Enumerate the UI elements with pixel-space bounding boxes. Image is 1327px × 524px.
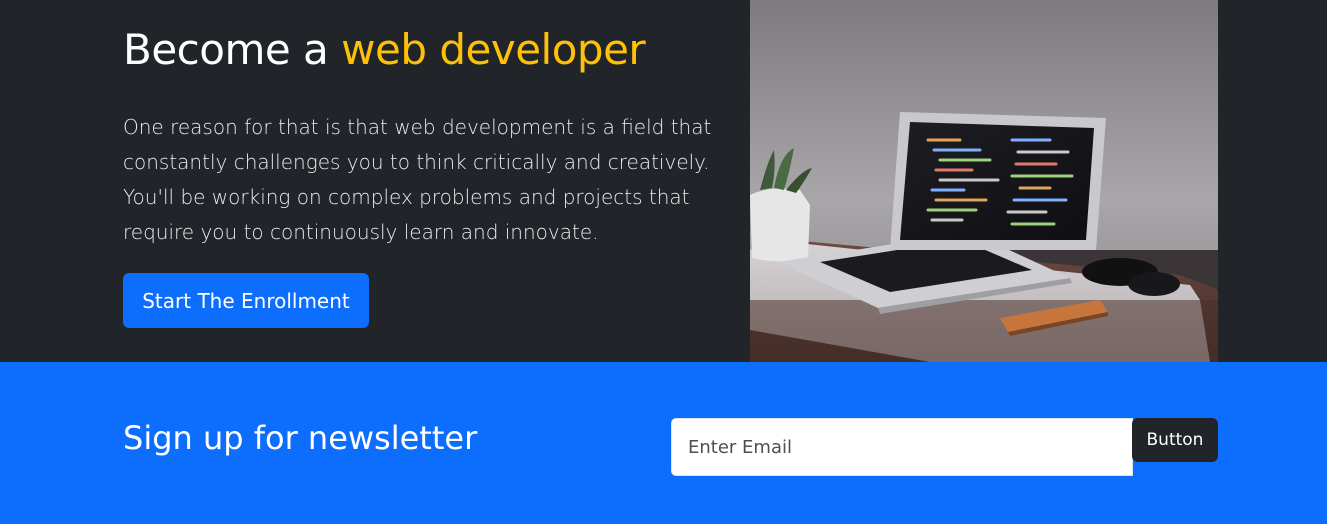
hero-lead-text: One reason for that is that web developm… bbox=[123, 115, 712, 244]
hero-title-prefix: Become a bbox=[123, 25, 342, 74]
newsletter-section: Sign up for newsletter Button bbox=[0, 362, 1327, 524]
hero-section: Become a web developer One reason for th… bbox=[0, 0, 1327, 362]
laptop-photo bbox=[750, 0, 1218, 362]
hero-title-highlight: web developer bbox=[341, 25, 646, 74]
hero-title: Become a web developer bbox=[123, 22, 738, 78]
newsletter-submit-button[interactable]: Button bbox=[1132, 418, 1218, 462]
newsletter-title: Sign up for newsletter bbox=[123, 419, 478, 457]
hero-text-block: Become a web developer One reason for th… bbox=[123, 22, 738, 250]
start-enrollment-button[interactable]: Start The Enrollment bbox=[123, 273, 369, 328]
email-input[interactable] bbox=[671, 418, 1133, 476]
